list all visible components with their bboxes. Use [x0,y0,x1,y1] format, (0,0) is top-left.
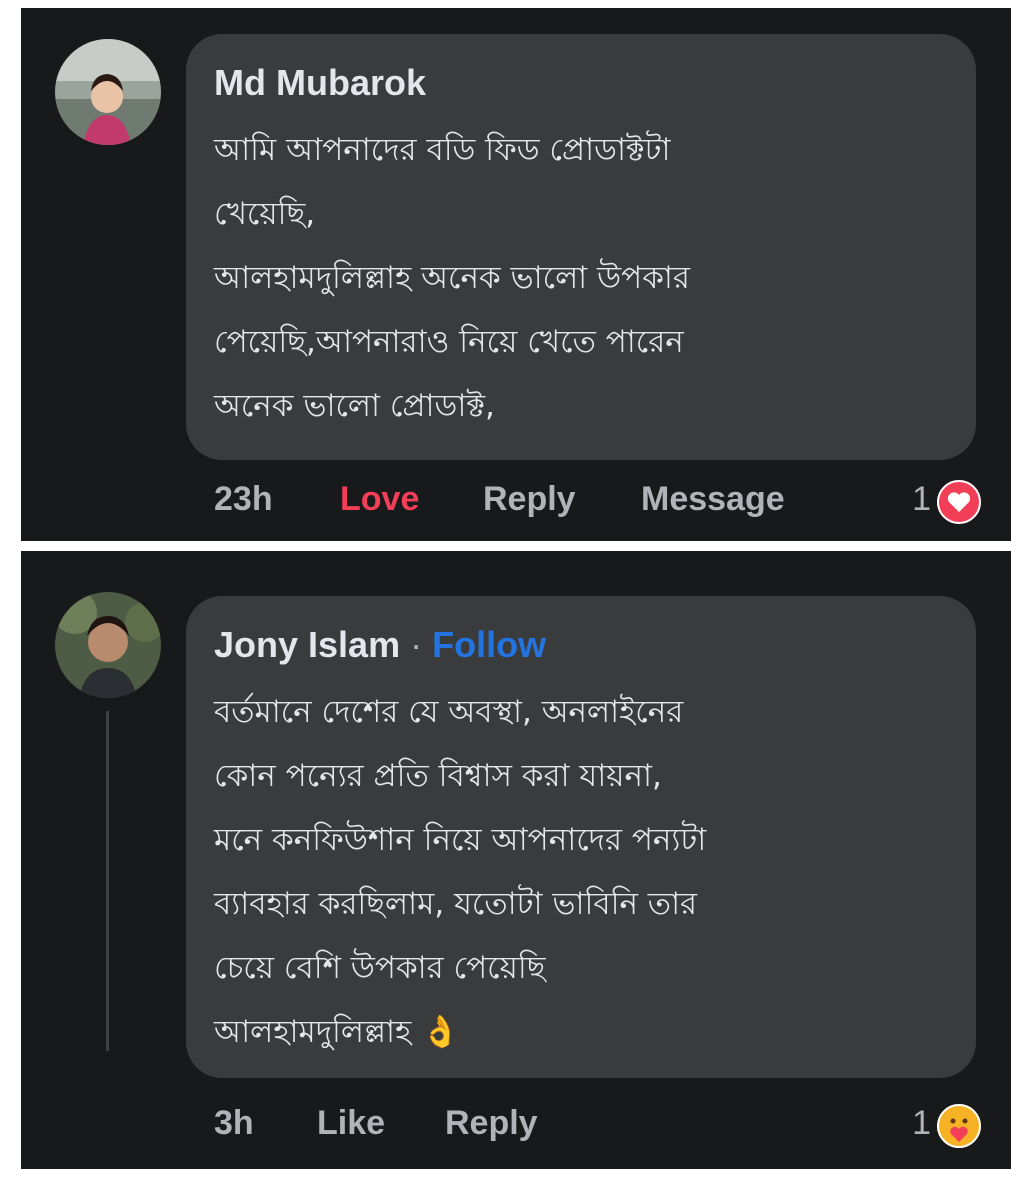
reaction-count: 1 [912,1104,931,1142]
comment-text-line: কোন পন্যের প্রতি বিশ্বাস করা যায়না, [214,758,662,794]
like-button[interactable]: Like [317,1104,385,1143]
comment-author[interactable]: Md Mubarok [214,62,426,104]
thread-line [106,711,109,1051]
separator: · [400,624,433,665]
avatar[interactable] [55,39,161,145]
comment-card: Md Mubarok আমি আপনাদের বডি ফিড প্রোডাক্ট… [21,8,1011,541]
reaction-count: 1 [912,480,931,518]
comment-text: বর্তমানে দেশের যে অবস্থা, অনলাইনের কোন প… [214,680,964,1064]
comment-text-line: আলহামদুলিল্লাহ 👌 [214,1014,460,1050]
heart-icon [937,480,981,524]
comment-text-line: চেয়ে বেশি উপকার পেয়েছি [214,950,546,986]
comment-text-line: পেয়েছি,আপনারাও নিয়ে খেতে পারেন [214,324,684,360]
reply-button[interactable]: Reply [445,1104,538,1143]
comment-text-line: আলহামদুলিল্লাহ অনেক ভালো উপকার [214,260,690,296]
follow-button[interactable]: Follow [432,624,546,665]
comment-author[interactable]: Jony Islam [214,624,400,665]
comment-text-line: ব্যাবহার করছিলাম, যতোটা ভাবিনি তার [214,886,698,922]
comment-text-line: মনে কনফিউশান নিয়ে আপনাদের পন্যটা [214,822,707,858]
comment-header: Jony Islam · Follow [214,624,546,666]
comment-timestamp[interactable]: 3h [214,1104,254,1143]
comment-bubble: Md Mubarok আমি আপনাদের বডি ফিড প্রোডাক্ট… [186,34,976,460]
comment-text-line: আমি আপনাদের বডি ফিড প্রোডাক্টটা [214,132,671,168]
comment-card: Jony Islam · Follow বর্তমানে দেশের যে অব… [21,551,1011,1169]
comment-text-line: খেয়েছি, [214,196,316,232]
comment-text-line: বর্তমানে দেশের যে অবস্থা, অনলাইনের [214,694,684,730]
reply-button[interactable]: Reply [483,480,576,519]
love-button[interactable]: Love [340,480,419,519]
comment-bubble: Jony Islam · Follow বর্তমানে দেশের যে অব… [186,596,976,1078]
comment-text: আমি আপনাদের বডি ফিড প্রোডাক্টটা খেয়েছি,… [214,118,964,438]
comment-text-line: অনেক ভালো প্রোডাক্ট, [214,388,495,424]
comment-timestamp[interactable]: 23h [214,480,273,519]
care-icon [937,1104,981,1148]
message-button[interactable]: Message [641,480,785,519]
avatar[interactable] [55,592,161,698]
